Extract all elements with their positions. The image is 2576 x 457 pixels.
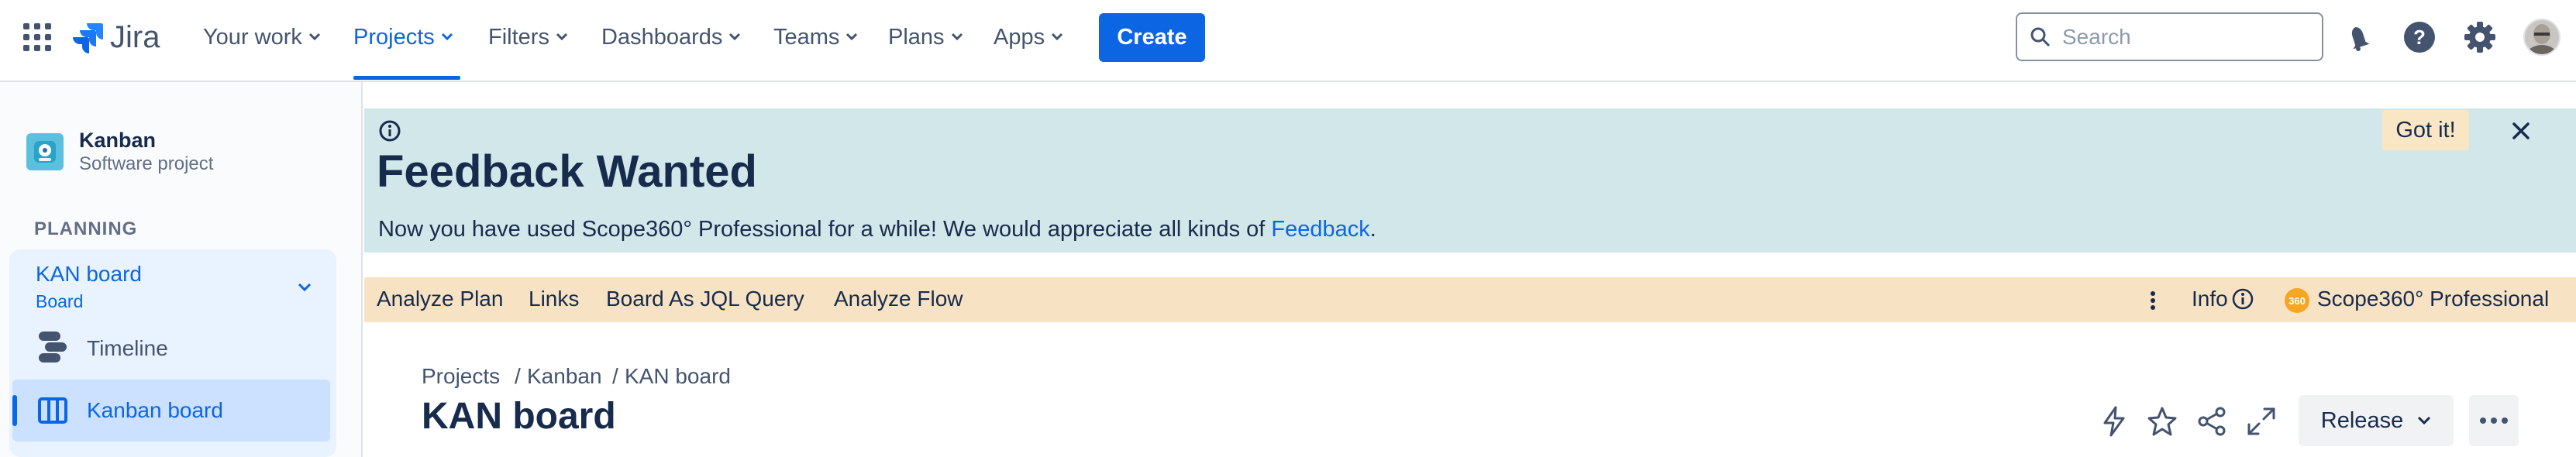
chevron-down-icon [556,33,568,41]
nav-label: Your work [203,24,302,50]
breadcrumb-kan-board[interactable]: KAN board [625,364,731,389]
help-icon[interactable]: ? [2402,20,2437,54]
star-icon[interactable] [2147,406,2178,437]
jira-logo-icon [73,23,103,53]
chevron-down-icon [729,33,741,41]
close-icon[interactable] [2511,121,2531,141]
nav-dashboards[interactable]: Dashboards [601,22,741,53]
nav-label: Plans [888,24,945,50]
timeline-icon [39,332,67,363]
board-group-title[interactable]: KAN board [36,262,142,287]
nav-teams[interactable]: Teams [773,22,858,53]
chevron-down-icon [846,33,858,41]
chevron-down-icon [308,33,320,41]
expand-icon[interactable] [2246,406,2277,437]
search-box[interactable] [2016,12,2323,61]
nav-label: Dashboards [601,24,723,50]
project-type: Software project [79,153,214,174]
info-label: Info [2192,287,2228,311]
info-icon [379,120,401,142]
chevron-down-icon [951,33,963,41]
sidebar-item-label: Timeline [87,336,168,360]
release-label: Release [2320,407,2404,433]
svg-text:?: ? [2413,26,2426,49]
project-avatar-icon[interactable] [26,133,64,170]
notifications-icon[interactable] [2344,20,2376,53]
breadcrumb-kanban[interactable]: Kanban [527,364,602,389]
sidebar: Kanban Software project PLANNING KAN boa… [0,82,363,457]
feedback-link[interactable]: Feedback [1271,217,1369,242]
info-button[interactable]: Info [2192,287,2254,311]
board-group-subtitle: Board [36,291,84,311]
nav-label: Projects [353,24,435,50]
banner-title: Feedback Wanted [377,146,757,197]
info-icon [2232,288,2253,310]
chevron-down-icon [1052,33,1063,41]
analyze-plan-link[interactable]: Analyze Plan [377,287,503,311]
automation-icon[interactable] [2100,406,2128,437]
app-switcher-icon[interactable] [23,23,51,51]
page-title: KAN board [422,396,616,437]
chevron-down-icon [2418,416,2431,425]
search-input[interactable] [2061,23,2312,50]
search-icon [2030,27,2051,46]
scope360-logo-icon: 360 [2285,288,2309,313]
breadcrumb-projects[interactable]: Projects [422,364,500,389]
chevron-down-icon [441,33,453,41]
section-heading-planning: PLANNING [34,218,138,239]
project-name[interactable]: Kanban [79,129,156,153]
board-as-jql-query-link[interactable]: Board As JQL Query [606,287,804,311]
chevron-down-icon[interactable] [298,282,312,293]
nav-label: Filters [488,24,549,50]
breadcrumb-separator: / [515,364,521,388]
more-actions-button[interactable] [2469,395,2519,446]
top-navigation: Jira Your work Projects Filters Dashboar… [0,0,2576,82]
nav-label: Teams [773,24,840,50]
nav-plans[interactable]: Plans [888,22,963,53]
nav-label: Apps [994,24,1045,50]
breadcrumb-separator: / [612,364,618,388]
links-link[interactable]: Links [529,287,579,311]
sidebar-item-label: Kanban board [87,398,223,422]
jira-logo[interactable]: Jira [70,19,160,56]
active-item-indicator [12,395,17,426]
create-button[interactable]: Create [1099,13,1205,62]
jira-wordmark: Jira [110,19,160,54]
share-icon[interactable] [2196,406,2227,437]
active-nav-indicator [353,76,460,80]
more-vertical-icon[interactable] [2150,290,2156,311]
scope360-product-name[interactable]: Scope360° Professional [2317,287,2549,311]
settings-icon[interactable] [2463,20,2497,54]
got-it-button[interactable]: Got it! [2382,110,2469,150]
avatar[interactable] [2523,19,2561,56]
analyze-flow-link[interactable]: Analyze Flow [834,287,963,311]
banner-message: Now you have used Scope360° Professional… [378,217,1376,242]
nav-your-work[interactable]: Your work [203,22,321,53]
nav-apps[interactable]: Apps [994,22,1063,53]
nav-filters[interactable]: Filters [488,22,568,53]
more-horizontal-icon [2480,417,2508,424]
board-icon [38,397,67,424]
banner-message-text: Now you have used Scope360° Professional… [378,217,1272,242]
nav-projects[interactable]: Projects [353,22,453,53]
release-button[interactable]: Release [2299,395,2454,446]
banner-message-end: . [1369,217,1376,242]
